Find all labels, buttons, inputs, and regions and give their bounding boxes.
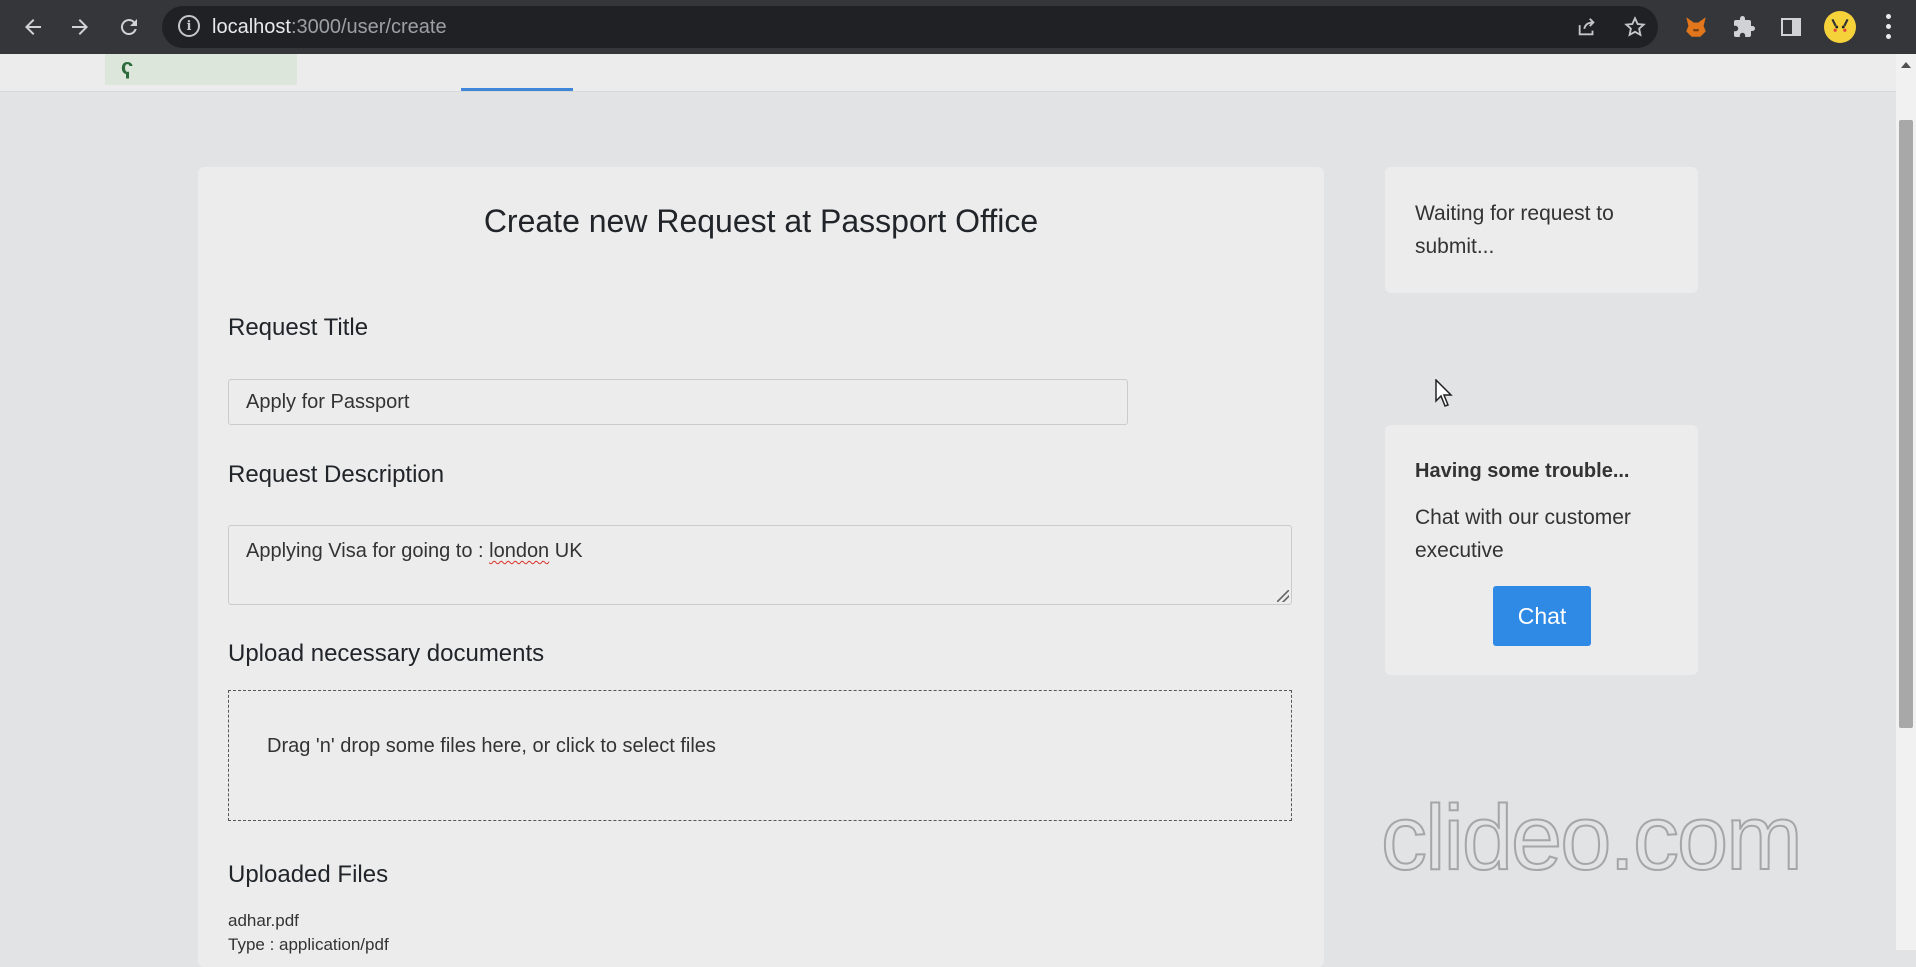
- arrow-right-icon: [72, 19, 88, 35]
- help-title: Having some trouble...: [1415, 460, 1630, 482]
- reload-button[interactable]: [112, 10, 146, 44]
- help-card: Having some trouble... Chat with our cus…: [1385, 425, 1698, 675]
- description-text: Applying Visa for going to :: [246, 540, 490, 562]
- upload-documents-label: Upload necessary documents: [228, 640, 545, 667]
- request-title-input[interactable]: Apply for Passport: [228, 379, 1128, 425]
- info-icon[interactable]: i: [178, 15, 200, 37]
- request-description-textarea[interactable]: Applying Visa for going to : london UK: [228, 525, 1292, 605]
- app-logo[interactable]: ҁ: [105, 54, 297, 85]
- reload-icon: [120, 19, 137, 36]
- star-icon[interactable]: [1624, 16, 1646, 44]
- app-navbar: ҁ: [0, 54, 1896, 92]
- status-text: Waiting for request to submit...: [1415, 202, 1614, 258]
- request-title-label: Request Title: [228, 314, 369, 341]
- page-title: Create new Request at Passport Office: [483, 203, 1039, 239]
- scroll-up-arrow-icon[interactable]: [1901, 62, 1911, 68]
- chat-button[interactable]: Chat: [1493, 586, 1591, 646]
- kebab-menu-icon[interactable]: [1878, 8, 1898, 44]
- page-scrollbar[interactable]: [1896, 54, 1916, 950]
- fox-extension-icon[interactable]: [1681, 12, 1711, 42]
- dropzone-text: Drag 'n' drop some files here, or click …: [267, 735, 716, 757]
- arrow-left-icon: [25, 19, 41, 35]
- create-request-card: Create new Request at Passport Office Re…: [198, 167, 1324, 967]
- uploaded-files-label: Uploaded Files: [228, 861, 389, 888]
- uploaded-file-name: adhar.pdf: [228, 911, 299, 930]
- watermark-logo: clideo.com: [1380, 786, 1804, 890]
- scroll-thumb[interactable]: [1899, 120, 1913, 728]
- share-icon[interactable]: [1576, 16, 1598, 44]
- puzzle-icon[interactable]: [1729, 12, 1759, 42]
- file-dropzone[interactable]: Drag 'n' drop some files here, or click …: [228, 690, 1292, 821]
- forward-button[interactable]: [63, 10, 97, 44]
- logo-mark-icon: ҁ: [121, 54, 134, 79]
- pikachu-avatar[interactable]: [1824, 11, 1856, 43]
- resize-handle-icon[interactable]: [1277, 590, 1289, 602]
- browser-toolbar: i localhost:3000/user/create: [0, 0, 1916, 54]
- help-text: Chat with our customer executive: [1415, 506, 1631, 562]
- misspelled-word: london: [489, 540, 550, 562]
- request-description-label: Request Description: [228, 461, 445, 488]
- request-status-card: Waiting for request to submit...: [1385, 167, 1698, 293]
- description-text-suffix: UK: [549, 540, 583, 562]
- uploaded-file-type: Type : application/pdf: [228, 935, 389, 954]
- back-button[interactable]: [16, 10, 50, 44]
- nav-tab-active[interactable]: [461, 54, 573, 91]
- mouse-cursor-icon: [1435, 379, 1453, 407]
- side-panel-icon[interactable]: [1776, 12, 1806, 42]
- url-text: localhost:3000/user/create: [212, 16, 447, 38]
- address-bar[interactable]: i localhost:3000/user/create: [162, 6, 1658, 48]
- active-tab-underline: [461, 88, 573, 91]
